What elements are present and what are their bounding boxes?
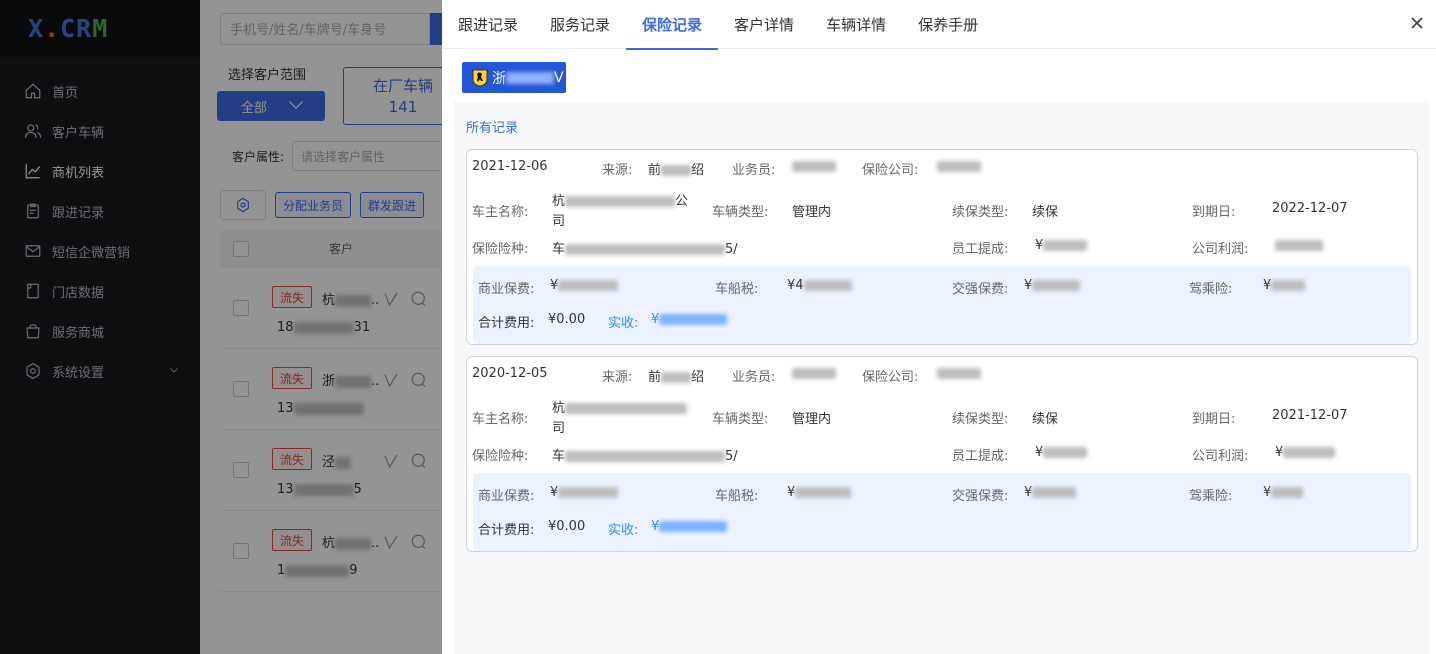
owner-value: 杭 (552, 397, 688, 416)
insurance-record-card: 2020-12-05 来源: 前绍 业务员: 保险公司: 车主名称: 杭 司 车… (466, 356, 1418, 552)
coverage-label: 保险险种: (472, 449, 529, 464)
license-plate-button[interactable]: 浙V (462, 62, 566, 93)
tab-vehicle-details[interactable]: 车辆详情 (810, 0, 902, 49)
renew-type-value: 续保 (1032, 412, 1059, 427)
commission-label: 员工提成: (952, 449, 1009, 464)
profit-label: 公司利润: (1192, 242, 1249, 257)
owner-label: 车主名称: (472, 205, 529, 220)
commercial-value: ¥ (550, 485, 619, 500)
total-label: 合计费用: (478, 316, 535, 331)
commercial-value: ¥ (550, 278, 619, 293)
customer-drawer: 跟进记录 服务记录 保险记录 客户详情 车辆详情 保养手册 浙V 所有记录 20… (442, 0, 1436, 654)
vehicle-type-value: 管理内 (792, 412, 832, 427)
compulsory-value: ¥ (1024, 278, 1081, 293)
expiry-value: 2022-12-07 (1272, 201, 1348, 216)
vessel-tax-label: 车船税: (715, 489, 759, 504)
vessel-tax-value: ¥ (787, 485, 852, 500)
all-records-link[interactable]: 所有记录 (466, 117, 518, 136)
vehicle-type-value: 管理内 (792, 205, 832, 220)
renew-type-label: 续保类型: (952, 412, 1009, 427)
driver-insurance-label: 驾乘险: (1189, 282, 1233, 297)
commission-label: 员工提成: (952, 242, 1009, 257)
owner-label: 车主名称: (472, 412, 529, 427)
source-value: 前绍 (648, 163, 705, 178)
compulsory-value: ¥ (1024, 485, 1077, 500)
expiry-label: 到期日: (1192, 412, 1236, 427)
driver-insurance-value: ¥ (1263, 485, 1304, 500)
tab-follow-up[interactable]: 跟进记录 (457, 0, 534, 49)
salesman-label: 业务员: (732, 370, 776, 385)
insurer-value (937, 366, 981, 381)
tab-insurance-records[interactable]: 保险记录 (626, 0, 719, 50)
salesman-label: 业务员: (732, 163, 776, 178)
salesman-value (792, 366, 836, 381)
fee-summary: 商业保费: ¥ 车船税: ¥4 交强保费: ¥ 驾乘险: ¥ 合计费用: ¥0.… (473, 266, 1411, 344)
close-button[interactable] (1410, 16, 1424, 30)
owner-value-line2: 司 (552, 214, 566, 229)
coverage-value: 车 5/ (552, 242, 738, 257)
record-date: 2021-12-06 (472, 159, 548, 174)
salesman-value (792, 159, 836, 174)
renew-type-label: 续保类型: (952, 205, 1009, 220)
renew-type-value: 续保 (1032, 205, 1059, 220)
owner-value: 杭公 (552, 194, 689, 209)
source-label: 来源: (602, 370, 633, 385)
source-label: 来源: (602, 163, 633, 178)
insurance-records-panel: 所有记录 2021-12-06 来源: 前绍 业务员: 保险公司: 车主名称: … (454, 101, 1430, 654)
vessel-tax-value: ¥4 (787, 278, 852, 293)
ferrari-logo-icon (472, 69, 488, 86)
commercial-label: 商业保费: (478, 282, 535, 297)
paid-value: ¥ (651, 519, 728, 534)
tab-service-records[interactable]: 服务记录 (534, 0, 626, 49)
owner-value-line2: 司 (552, 421, 566, 436)
coverage-value: 车 5/ (552, 449, 738, 464)
total-label: 合计费用: (478, 523, 535, 538)
compulsory-label: 交强保费: (952, 489, 1009, 504)
fee-summary: 商业保费: ¥ 车船税: ¥ 交强保费: ¥ 驾乘险: ¥ 合计费用: ¥0.0… (473, 473, 1411, 551)
total-value: ¥0.00 (548, 519, 586, 534)
paid-label: 实收: (608, 523, 639, 538)
insurance-record-card: 2021-12-06 来源: 前绍 业务员: 保险公司: 车主名称: 杭公 司 … (466, 149, 1418, 345)
expiry-label: 到期日: (1192, 205, 1236, 220)
vessel-tax-label: 车船税: (715, 282, 759, 297)
expiry-value: 2021-12-07 (1272, 408, 1348, 423)
paid-value: ¥ (651, 312, 728, 327)
profit-value: ¥ (1275, 445, 1336, 460)
close-icon (1411, 17, 1423, 29)
record-date: 2020-12-05 (472, 366, 548, 381)
insurer-value (937, 159, 981, 174)
commission-value: ¥ (1035, 445, 1088, 460)
license-plate-text: 浙V (492, 69, 564, 87)
profit-value (1275, 238, 1323, 253)
commission-value: ¥ (1035, 238, 1088, 253)
tab-maintenance-manual[interactable]: 保养手册 (902, 0, 994, 49)
source-value: 前绍 (648, 370, 705, 385)
insurer-label: 保险公司: (862, 163, 919, 178)
profit-label: 公司利润: (1192, 449, 1249, 464)
paid-label: 实收: (608, 316, 639, 331)
insurer-label: 保险公司: (862, 370, 919, 385)
coverage-label: 保险险种: (472, 242, 529, 257)
compulsory-label: 交强保费: (952, 282, 1009, 297)
driver-insurance-value: ¥ (1263, 278, 1306, 293)
driver-insurance-label: 驾乘险: (1189, 489, 1233, 504)
total-value: ¥0.00 (548, 312, 586, 327)
tab-customer-details[interactable]: 客户详情 (718, 0, 810, 49)
vehicle-type-label: 车辆类型: (712, 412, 769, 427)
drawer-tabs: 跟进记录 服务记录 保险记录 客户详情 车辆详情 保养手册 (442, 0, 1436, 50)
commercial-label: 商业保费: (478, 489, 535, 504)
vehicle-type-label: 车辆类型: (712, 205, 769, 220)
